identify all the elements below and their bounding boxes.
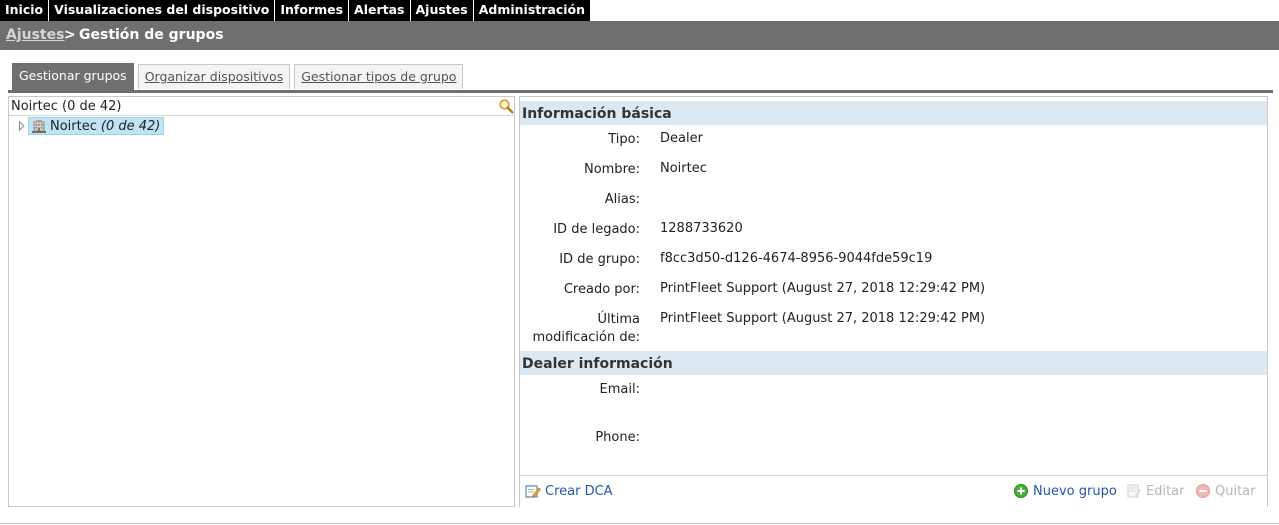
page-bottom-divider: [0, 523, 1279, 524]
label-ultima-modificacion: Última modificación de:: [533, 311, 641, 347]
nav-item-administracion[interactable]: Administración: [474, 0, 592, 21]
value-nombre: Noirtec: [660, 161, 707, 176]
remove-icon: [1195, 483, 1211, 499]
nav-item-informes[interactable]: Informes: [275, 0, 350, 21]
create-dca-icon: [525, 483, 541, 499]
tree-node-selected[interactable]: Noirtec (0 de 42): [28, 117, 165, 135]
create-dca-button[interactable]: Crear DCA: [525, 483, 613, 499]
expand-arrow-icon[interactable]: [17, 118, 27, 134]
new-group-button[interactable]: Nuevo grupo: [1013, 483, 1117, 499]
search-icon[interactable]: [498, 98, 514, 114]
group-tree-panel: Noirtec (0 de 42) Noirtec (0 de 42): [8, 96, 515, 507]
label-id-grupo: ID de grupo:: [559, 252, 640, 267]
label-ultima-line1: Última: [597, 312, 640, 327]
breadcrumb-link-ajustes[interactable]: Ajustes: [6, 21, 64, 50]
add-icon: [1013, 483, 1029, 499]
breadcrumb: Ajustes > Gestión de grupos: [0, 21, 1279, 50]
label-phone: Phone:: [595, 430, 640, 445]
top-navigation: Inicio Visualizaciones del dispositivo I…: [0, 0, 592, 21]
create-dca-label: Crear DCA: [545, 483, 613, 499]
nav-item-inicio[interactable]: Inicio: [0, 0, 50, 21]
page-title: Gestión de grupos: [79, 27, 224, 43]
nav-item-alertas[interactable]: Alertas: [349, 0, 411, 21]
value-id-grupo: f8cc3d50-d126-4674-8956-9044fde59c19: [660, 251, 933, 266]
new-group-label: Nuevo grupo: [1033, 483, 1117, 499]
remove-button[interactable]: Quitar: [1195, 483, 1256, 499]
nav-item-visualizaciones[interactable]: Visualizaciones del dispositivo: [49, 0, 276, 21]
edit-button[interactable]: Editar: [1126, 483, 1185, 499]
tab-underline: [8, 90, 1273, 93]
edit-label: Editar: [1146, 483, 1185, 499]
tree-node-noirtec: Noirtec (0 de 42): [17, 117, 165, 135]
tab-gestionar-tipos-de-grupo[interactable]: Gestionar tipos de grupo: [294, 64, 464, 89]
label-tipo: Tipo:: [608, 132, 640, 147]
action-bar: Crear DCA Nuevo grupo Editar Quitar: [520, 475, 1267, 507]
value-tipo: Dealer: [660, 131, 703, 146]
label-ultima-line2: modificación de:: [532, 330, 641, 345]
label-creado-por: Creado por:: [563, 282, 640, 297]
nav-item-ajustes[interactable]: Ajustes: [411, 0, 474, 21]
tree-node-count: (0 de 42): [100, 118, 161, 134]
value-id-legado: 1288733620: [660, 221, 743, 236]
section-header-dealer-info: Dealer información: [520, 351, 1267, 375]
label-nombre: Nombre:: [583, 162, 640, 177]
label-email: Email:: [599, 382, 640, 397]
section-header-basic-info: Información básica: [520, 101, 1267, 125]
edit-icon: [1126, 483, 1142, 499]
tab-bar: Gestionar grupos Organizar dispositivos …: [12, 63, 467, 90]
label-alias: Alias:: [604, 192, 640, 207]
label-id-legado: ID de legado:: [553, 222, 640, 237]
building-icon: [32, 120, 46, 133]
value-ultima-modificacion: PrintFleet Support (August 27, 2018 12:2…: [660, 311, 986, 326]
remove-label: Quitar: [1215, 483, 1256, 499]
group-details-panel: Información básica Tipo: Dealer Nombre: …: [519, 96, 1268, 507]
value-creado-por: PrintFleet Support (August 27, 2018 12:2…: [660, 281, 986, 296]
tree-header: Noirtec (0 de 42): [9, 97, 514, 116]
tree-node-label: Noirtec: [50, 118, 97, 134]
breadcrumb-separator: >: [64, 27, 76, 43]
tree-header-label: Noirtec (0 de 42): [11, 99, 122, 114]
tab-gestionar-grupos[interactable]: Gestionar grupos: [12, 63, 134, 90]
tab-organizar-dispositivos[interactable]: Organizar dispositivos: [137, 64, 291, 89]
